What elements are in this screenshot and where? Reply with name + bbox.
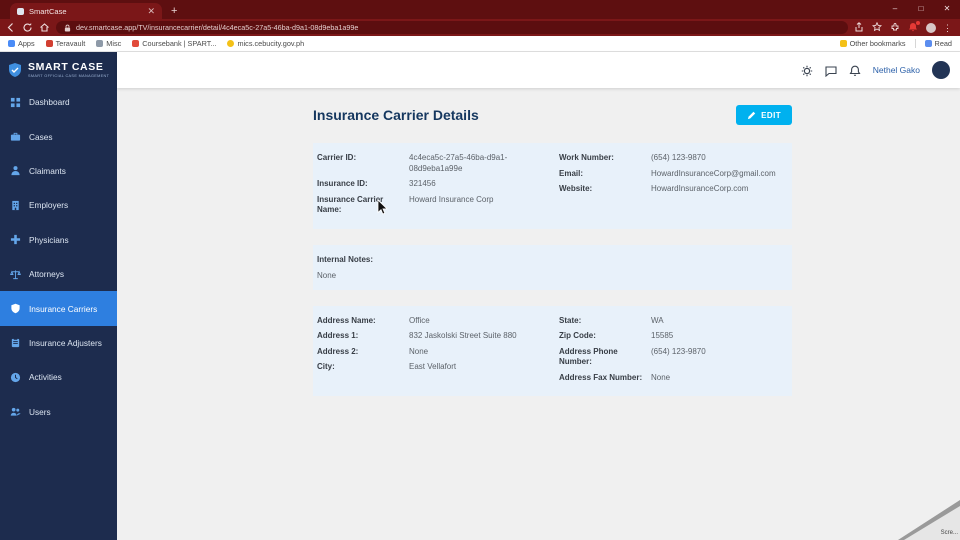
sidebar-item-insurance-adjusters[interactable]: Insurance Adjusters (0, 326, 117, 360)
bookmark-coursebank[interactable]: Coursebank | SPART... (132, 39, 216, 48)
mouse-cursor (377, 199, 389, 221)
mics-favicon (227, 40, 235, 47)
field-address-name: Address Name: Office (317, 315, 430, 325)
window-controls: – □ ✕ (882, 0, 960, 19)
misc-folder-icon (96, 40, 104, 47)
browser-chrome: SmartCase ✕ + – □ ✕ dev.smartcase.app/TV… (0, 0, 960, 52)
other-bookmarks[interactable]: Other bookmarks (839, 39, 906, 48)
sidebar-item-physicians[interactable]: Physicians (0, 223, 117, 257)
sidebar-item-cases[interactable]: Cases (0, 119, 117, 153)
address-bar[interactable]: dev.smartcase.app/TV/insurancecarrier/de… (56, 21, 848, 34)
bookmark-mics[interactable]: mics.cebucity.gov.ph (227, 39, 304, 48)
internal-notes-label: Internal Notes: (317, 254, 374, 264)
notification-badge (916, 21, 920, 25)
medical-cross-icon (10, 234, 21, 245)
window-close-button[interactable]: ✕ (934, 0, 960, 19)
field-email: Email: HowardInsuranceCorp@gmail.com (559, 168, 776, 178)
person-icon (10, 165, 21, 176)
user-name[interactable]: Nethel Gako (873, 65, 920, 75)
browser-toolbar: dev.smartcase.app/TV/insurancecarrier/de… (0, 19, 960, 36)
tab-favicon-icon (17, 7, 24, 15)
page-title: Insurance Carrier Details (313, 107, 479, 123)
shield-icon (10, 303, 21, 314)
sidebar: SMART CASE SMART OFFICIAL CASE MANAGEMEN… (0, 52, 117, 540)
logo-title: SMART CASE (28, 61, 104, 73)
field-carrier-id: Carrier ID: 4c4eca5c-27a5-46ba-d9a1-08d9… (317, 153, 508, 173)
window-maximize-button[interactable]: □ (908, 0, 934, 19)
sidebar-item-activities[interactable]: Activities (0, 360, 117, 394)
field-city: City: East Vellafort (317, 362, 457, 371)
internal-notes-value: None (317, 271, 337, 280)
lock-icon (64, 24, 71, 31)
bookmark-star-icon[interactable] (872, 22, 883, 33)
field-state: State: WA (559, 315, 664, 325)
sidebar-item-insurance-carriers[interactable]: Insurance Carriers (0, 291, 117, 326)
extensions-icon[interactable] (890, 22, 901, 33)
field-address-phone: Address Phone Number: (654) 123-9870 (559, 346, 706, 367)
chat-icon[interactable] (825, 64, 837, 78)
settings-gear-icon[interactable] (801, 64, 813, 77)
logo-subtitle: SMART OFFICIAL CASE MANAGEMENT (28, 74, 110, 78)
page-content: Insurance Carrier Details EDIT Carrier I… (117, 88, 960, 412)
screenshot-corner-label: Scre... (940, 530, 958, 536)
bookmarks-right: Other bookmarks Read (839, 39, 952, 48)
home-icon[interactable] (39, 22, 50, 33)
sidebar-item-employers[interactable]: Employers (0, 188, 117, 222)
sidebar-nav: Dashboard Cases Claimants Employers Phys… (0, 85, 117, 429)
app-logo: SMART CASE SMART OFFICIAL CASE MANAGEMEN… (0, 52, 117, 85)
tab-title: SmartCase (29, 6, 67, 16)
user-avatar[interactable] (932, 61, 950, 79)
apps-grid-icon (8, 40, 15, 47)
browser-tab[interactable]: SmartCase ✕ (10, 3, 162, 19)
new-tab-button[interactable]: + (171, 5, 177, 17)
edit-button[interactable]: EDIT (736, 105, 792, 125)
field-address-1: Address 1: 832 Jaskolski Street Suite 88… (317, 331, 517, 340)
bookmarks-divider (914, 39, 916, 48)
toolbar-right-icons: ⋮ (854, 21, 955, 33)
tab-close-icon[interactable]: ✕ (147, 6, 155, 16)
reading-list-icon (924, 40, 932, 47)
field-carrier-name: Insurance Carrier Name: Howard Insurance… (317, 194, 494, 215)
browser-menu-icon[interactable]: ⋮ (943, 23, 952, 33)
window-minimize-button[interactable]: – (882, 0, 908, 19)
sidebar-item-claimants[interactable]: Claimants (0, 154, 117, 188)
scales-icon (10, 269, 21, 280)
bookmarks-bar: Apps Teravault Misc Coursebank | SPART..… (0, 36, 960, 52)
logo-shield-icon (9, 62, 21, 77)
folder-icon (839, 40, 847, 47)
pencil-icon (748, 111, 756, 119)
reload-icon[interactable] (22, 22, 33, 33)
field-zip-code: Zip Code: 15585 (559, 331, 674, 340)
notifications-icon[interactable] (908, 21, 920, 33)
building-icon (10, 200, 21, 211)
url-text: dev.smartcase.app/TV/insurancecarrier/de… (76, 23, 359, 32)
browser-profile-avatar[interactable] (926, 22, 936, 33)
coursebank-favicon (132, 40, 140, 47)
field-address-fax: Address Fax Number: None (559, 372, 671, 382)
bookmark-teravault[interactable]: Teravault (45, 39, 85, 48)
address-card: Address Name: Office Address 1: 832 Jask… (313, 305, 792, 396)
bookmark-apps[interactable]: Apps (8, 39, 35, 48)
teravault-favicon (45, 40, 53, 47)
clock-icon (10, 372, 21, 383)
field-insurance-id: Insurance ID: 321456 (317, 179, 436, 188)
reading-list[interactable]: Read (924, 39, 952, 48)
tab-strip: SmartCase ✕ + – □ ✕ (0, 0, 960, 19)
app-topbar: Nethel Gako (117, 52, 960, 88)
briefcase-icon (10, 131, 21, 142)
share-icon[interactable] (854, 22, 865, 33)
dashboard-icon (10, 97, 21, 108)
sidebar-item-attorneys[interactable]: Attorneys (0, 257, 117, 291)
bookmark-misc[interactable]: Misc (96, 39, 121, 48)
users-icon (10, 406, 21, 417)
sidebar-item-users[interactable]: Users (0, 395, 117, 429)
field-work-number: Work Number: (654) 123-9870 (559, 153, 706, 162)
internal-notes-card: Internal Notes: None (313, 244, 792, 290)
clipboard-icon (10, 337, 21, 348)
back-icon[interactable] (5, 22, 16, 33)
field-website: Website: HowardInsuranceCorp.com (559, 184, 749, 193)
sidebar-item-dashboard[interactable]: Dashboard (0, 85, 117, 119)
bell-icon[interactable] (849, 64, 861, 76)
field-address-2: Address 2: None (317, 346, 429, 356)
